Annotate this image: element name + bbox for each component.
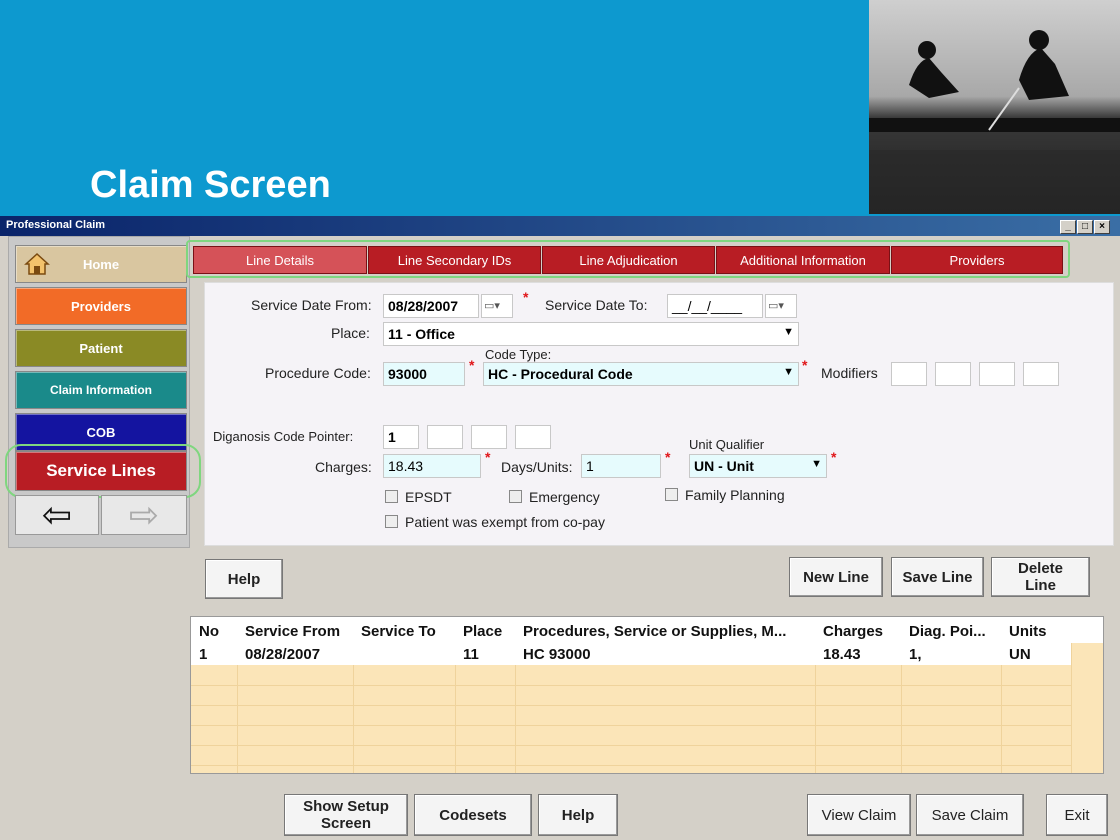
table-row-cell-units[interactable]: UN	[1001, 643, 1071, 665]
tab-additional-information[interactable]: Additional Information	[716, 246, 890, 274]
grid-header-procedures[interactable]: Procedures, Service or Supplies, M...	[515, 617, 815, 643]
chevron-down-icon: ▼	[783, 366, 794, 378]
days-units-label: Days/Units:	[501, 459, 573, 475]
modifier-4-input[interactable]	[1023, 362, 1059, 386]
window-titlebar: Professional Claim	[0, 216, 1120, 236]
show-setup-screen-button[interactable]: Show Setup Screen	[284, 794, 408, 836]
table-row-cell-service-to[interactable]	[353, 643, 455, 665]
chevron-down-icon: ▼	[783, 326, 794, 338]
chevron-down-icon: ▼	[811, 458, 822, 470]
table-row-cell-no[interactable]: 1	[191, 643, 237, 665]
family-planning-checkbox[interactable]	[665, 488, 678, 501]
maximize-button[interactable]: □	[1077, 220, 1093, 234]
unit-qualifier-select[interactable]: UN - Unit ▼	[689, 454, 827, 478]
place-select[interactable]: 11 - Office ▼	[383, 322, 799, 346]
grid-header-no[interactable]: No	[191, 617, 237, 643]
codesets-button[interactable]: Codesets	[414, 794, 532, 836]
tab-line-adjudication[interactable]: Line Adjudication	[542, 246, 715, 274]
code-type-label: Code Type:	[485, 347, 552, 362]
nav-home-button[interactable]: Home	[15, 245, 187, 283]
slide-title: Claim Screen	[90, 164, 331, 206]
procedure-code-label: Procedure Code:	[265, 365, 371, 381]
place-label: Place:	[331, 325, 370, 341]
charges-label: Charges:	[315, 459, 372, 475]
unit-qualifier-label: Unit Qualifier	[689, 437, 765, 452]
grid-header-units[interactable]: Units	[1001, 617, 1071, 643]
modifiers-label: Modifiers	[821, 365, 878, 381]
copay-exempt-checkbox[interactable]	[385, 515, 398, 528]
tab-line-secondary-ids[interactable]: Line Secondary IDs	[368, 246, 541, 274]
service-date-from-label: Service Date From:	[251, 297, 372, 313]
forward-arrow-icon[interactable]: ⇨	[101, 494, 187, 535]
modifier-1-input[interactable]	[891, 362, 927, 386]
grid-header-service-to[interactable]: Service To	[353, 617, 455, 643]
code-type-value: HC - Procedural Code	[488, 366, 633, 382]
nav-home-label: Home	[82, 256, 120, 272]
close-button[interactable]: ×	[1094, 220, 1110, 234]
calendar-icon[interactable]: ▭▾	[765, 294, 797, 318]
required-marker: *	[802, 357, 808, 373]
nav-providers-button[interactable]: Providers	[15, 287, 187, 325]
epsdt-checkbox[interactable]	[385, 490, 398, 503]
emergency-checkbox[interactable]	[509, 490, 522, 503]
grid-header-diag-pointer[interactable]: Diag. Poi...	[901, 617, 1001, 643]
grid-header-place[interactable]: Place	[455, 617, 515, 643]
days-units-input[interactable]: 1	[581, 454, 661, 478]
table-row-cell-place[interactable]: 11	[455, 643, 515, 665]
calendar-icon[interactable]: ▭▾	[481, 294, 513, 318]
line-details-form: Service Date From: 08/28/2007 ▭▾ * Servi…	[204, 282, 1114, 546]
exit-button[interactable]: Exit	[1046, 794, 1108, 836]
service-date-from-input[interactable]: 08/28/2007	[383, 294, 479, 318]
modifier-3-input[interactable]	[979, 362, 1015, 386]
minimize-button[interactable]: _	[1060, 220, 1076, 234]
back-arrow-icon[interactable]: ⇦	[15, 494, 99, 535]
unit-qualifier-value: UN - Unit	[694, 458, 754, 474]
delete-line-button[interactable]: Delete Line	[991, 557, 1090, 597]
diagnosis-pointer-4-input[interactable]	[515, 425, 551, 449]
required-marker: *	[485, 449, 491, 465]
table-row-cell-service-from[interactable]: 08/28/2007	[237, 643, 353, 665]
professional-claim-window: Professional Claim _ □ × Home Providers …	[0, 216, 1120, 840]
help-button[interactable]: Help	[205, 559, 283, 599]
emergency-label: Emergency	[529, 489, 600, 505]
save-line-button[interactable]: Save Line	[891, 557, 984, 597]
save-claim-button[interactable]: Save Claim	[916, 794, 1024, 836]
nav-claim-information-button[interactable]: Claim Information	[15, 371, 187, 409]
required-marker: *	[665, 449, 671, 465]
view-claim-button[interactable]: View Claim	[807, 794, 911, 836]
required-marker: *	[831, 449, 837, 465]
place-value: 11 - Office	[388, 326, 455, 342]
window-title: Professional Claim	[6, 219, 106, 231]
required-marker: *	[469, 357, 475, 373]
house-icon	[24, 252, 50, 275]
diagnosis-pointer-1-input[interactable]: 1	[383, 425, 419, 449]
new-line-button[interactable]: New Line	[789, 557, 883, 597]
code-type-select[interactable]: HC - Procedural Code ▼	[483, 362, 799, 386]
nav-patient-button[interactable]: Patient	[15, 329, 187, 367]
grid-header-service-from[interactable]: Service From	[237, 617, 353, 643]
family-planning-label: Family Planning	[685, 487, 785, 503]
modifier-2-input[interactable]	[935, 362, 971, 386]
service-date-to-input[interactable]: __/__/____	[667, 294, 763, 318]
footer-help-button[interactable]: Help	[538, 794, 618, 836]
left-navigation: Home Providers Patient Claim Information…	[5, 236, 201, 548]
tab-providers[interactable]: Providers	[891, 246, 1063, 274]
diagnosis-pointer-label: Diganosis Code Pointer:	[213, 429, 354, 444]
epsdt-label: EPSDT	[405, 489, 452, 505]
tab-line-details[interactable]: Line Details	[193, 246, 367, 274]
service-date-to-label: Service Date To:	[545, 297, 648, 313]
diagnosis-pointer-3-input[interactable]	[471, 425, 507, 449]
procedure-code-input[interactable]: 93000	[383, 362, 465, 386]
service-lines-grid: No Service From Service To Place Procedu…	[190, 616, 1104, 774]
copay-exempt-label: Patient was exempt from co-pay	[405, 514, 605, 530]
table-row-cell-diag-pointer[interactable]: 1,	[901, 643, 1001, 665]
table-row-cell-procedure[interactable]: HC 93000	[515, 643, 815, 665]
charges-input[interactable]: 18.43	[383, 454, 481, 478]
grid-header-charges[interactable]: Charges	[815, 617, 901, 643]
service-lines-highlight	[5, 444, 201, 498]
diagnosis-pointer-2-input[interactable]	[427, 425, 463, 449]
rowers-photo	[869, 0, 1120, 214]
table-row-cell-charges[interactable]: 18.43	[815, 643, 901, 665]
required-marker: *	[523, 289, 529, 305]
